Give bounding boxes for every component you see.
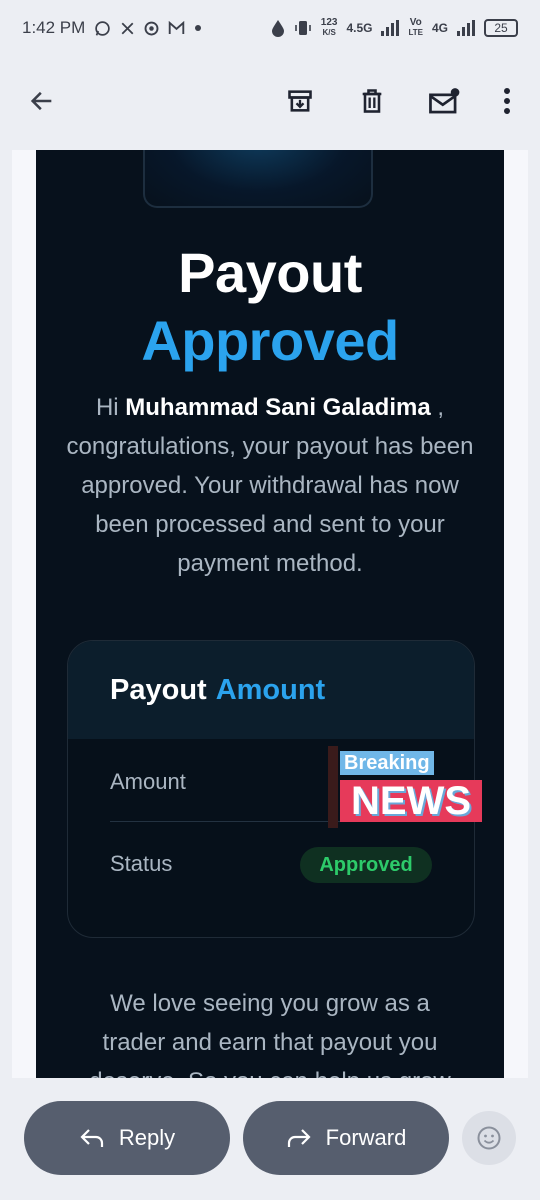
sticker-shadow: [328, 746, 338, 828]
x-icon: [120, 21, 135, 36]
email-body-frame[interactable]: Payout Approved Hi Muhammad Sani Galadim…: [12, 150, 528, 1078]
battery-level: 25: [494, 21, 508, 35]
volte-bottom: LTE: [408, 28, 423, 37]
more-vert-icon: [504, 88, 510, 114]
hero-graphic: [143, 150, 373, 208]
signal-1-icon: [381, 20, 400, 36]
reply-button[interactable]: Reply: [24, 1101, 230, 1175]
signal-2-icon: [457, 20, 475, 36]
greeting-prefix: Hi: [95, 394, 119, 421]
dot-icon: [194, 24, 202, 32]
volte-indicator: Vo LTE: [408, 18, 423, 38]
status-badge: Approved: [300, 847, 432, 883]
email-content: Payout Approved Hi Muhammad Sani Galadim…: [36, 150, 504, 1078]
chrome-icon: [144, 21, 159, 36]
delete-button[interactable]: [352, 81, 392, 121]
forward-button[interactable]: Forward: [243, 1101, 449, 1175]
network-speed: 123 K/S: [321, 18, 338, 38]
payout-card-header: Payout Amount: [68, 641, 474, 739]
status-bar: 1:42 PM 123 K/S 4.5G Vo LTE 4G 25: [0, 0, 540, 56]
archive-icon: [288, 90, 312, 112]
more-options-button[interactable]: [487, 81, 527, 121]
whatsapp-icon: [94, 20, 111, 37]
back-arrow-icon: [30, 91, 52, 111]
network-speed-value: 123: [320, 17, 338, 28]
delete-icon: [362, 89, 382, 113]
volte-top: Vo: [409, 17, 422, 28]
data-saver-icon: [271, 19, 285, 37]
card-header-word-2: Amount: [215, 673, 326, 706]
breaking-news-sticker: Breaking NEWS: [328, 746, 482, 828]
clock: 1:42 PM: [22, 18, 86, 37]
intro-paragraph: Hi Muhammad Sani Galadima , congratulati…: [66, 388, 474, 583]
battery-icon: 25: [484, 19, 518, 37]
sticker-breaking: Breaking: [340, 751, 434, 775]
title-line-1: Payout: [178, 241, 362, 304]
vibrate-icon: [294, 19, 312, 37]
network-speed-unit: K/S: [322, 28, 336, 37]
gmail-icon: [168, 21, 185, 35]
mark-unread-icon: [429, 88, 460, 114]
smiley-icon: [477, 1126, 501, 1150]
card-header-word-1: Payout: [110, 673, 207, 706]
network-type-1: 4.5G: [346, 21, 373, 35]
outro-paragraph: We love seeing you grow as a trader and …: [89, 990, 451, 1078]
greeting-suffix: ,: [437, 394, 445, 421]
emoji-reaction-button[interactable]: [462, 1111, 516, 1165]
forward-label: Forward: [325, 1125, 407, 1150]
recipient-name: Muhammad Sani Galadima: [125, 394, 431, 421]
forward-icon: [287, 1129, 311, 1147]
archive-button[interactable]: [280, 81, 320, 121]
reply-label: Reply: [118, 1125, 176, 1150]
title-line-2: Approved: [141, 309, 399, 372]
mark-unread-button[interactable]: [424, 81, 464, 121]
back-button[interactable]: [22, 81, 62, 121]
intro-body: congratulations, your payout has been ap…: [66, 433, 474, 577]
email-toolbar: [0, 56, 540, 146]
network-type-2: 4G: [431, 21, 448, 35]
bottom-action-bar: Reply Forward: [0, 1078, 540, 1200]
reply-icon: [80, 1129, 103, 1147]
sticker-news: NEWS: [340, 780, 482, 822]
